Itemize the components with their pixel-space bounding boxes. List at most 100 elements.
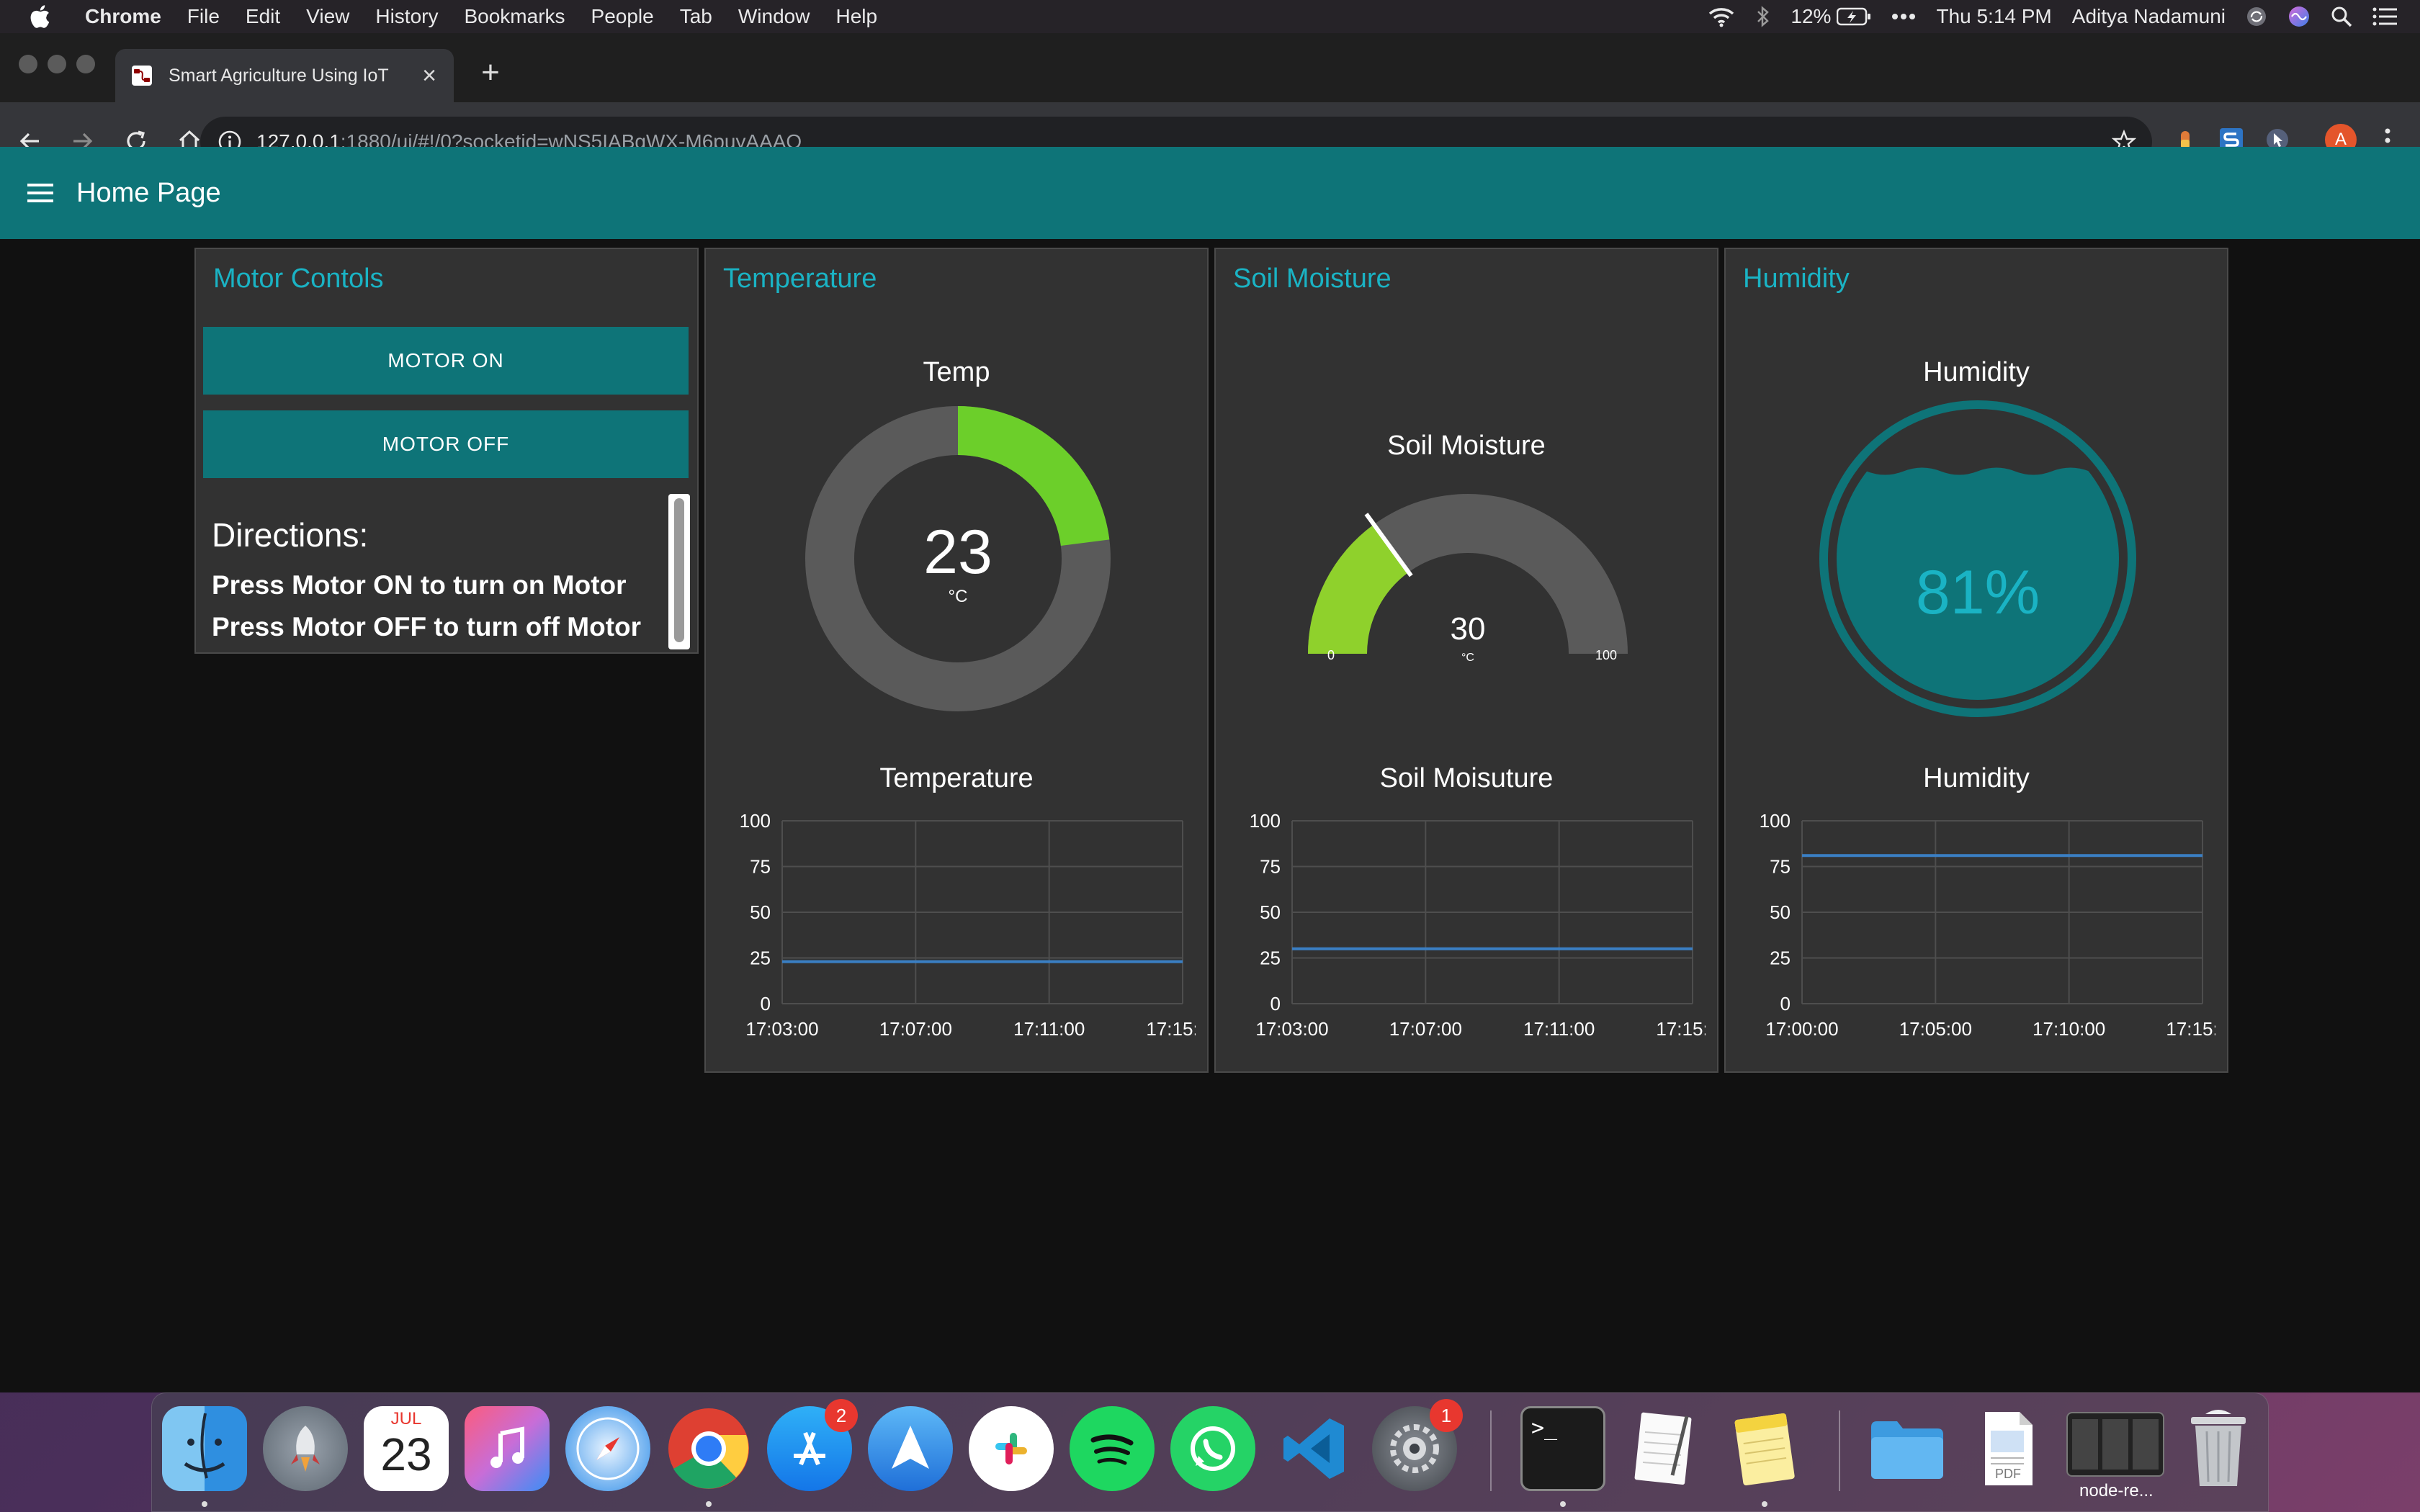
temperature-card-title: Temperature <box>723 264 877 294</box>
menu-app-name[interactable]: Chrome <box>72 0 174 33</box>
y-tick-label: 0 <box>1270 993 1281 1014</box>
page-title: Home Page <box>76 177 221 208</box>
bluetooth-icon[interactable] <box>1756 5 1770 28</box>
temperature-card: Temperature Temp 23 °C Temperature 0 25 50… <box>704 248 1209 1073</box>
safari-icon[interactable] <box>565 1406 650 1491</box>
calendar-icon[interactable]: JUL 23 <box>364 1406 449 1491</box>
x-tick-label: 17:15:00 <box>1656 1018 1706 1040</box>
soil-gauge-max: 100 <box>1595 648 1617 662</box>
humidity-level-gauge: 81% <box>1819 400 2136 717</box>
y-tick-label: 75 <box>1770 856 1791 878</box>
battery-percent: 12% <box>1791 5 1832 27</box>
y-tick-label: 25 <box>1260 948 1281 969</box>
app-store-badge: 2 <box>825 1399 858 1432</box>
menu-people[interactable]: People <box>578 0 667 33</box>
directions-scrollbar[interactable] <box>668 494 690 649</box>
notification-center-icon[interactable] <box>2372 7 2397 26</box>
temp-donut-gauge: 23 °C <box>805 406 1111 711</box>
x-tick-label: 17:03:00 <box>1255 1018 1328 1040</box>
pdf-document-icon[interactable]: PDF <box>1966 1406 2051 1491</box>
browser-window: Smart Agriculture Using IoT × + 127.0.0.… <box>0 33 2420 1392</box>
motor-off-button[interactable]: MOTOR OFF <box>203 410 689 478</box>
hamburger-menu-icon[interactable] <box>24 177 56 209</box>
temp-line-chart: 0 25 50 75 100 17:03:00 17:07:00 17:11:00 17:15:… <box>740 810 1196 1040</box>
menu-history[interactable]: History <box>362 0 451 33</box>
whatsapp-icon[interactable] <box>1170 1406 1255 1491</box>
battery-status[interactable]: 12% <box>1791 0 1871 33</box>
finder-running-dot <box>202 1501 207 1507</box>
menu-help[interactable]: Help <box>823 0 890 33</box>
x-tick-label: 17:03:00 <box>745 1018 818 1040</box>
dock-separator <box>1490 1410 1492 1491</box>
x-tick-label: 17:07:00 <box>879 1018 952 1040</box>
direction-line-off: Press Motor OFF to turn off Motor <box>212 612 642 642</box>
chrome-running-dot <box>706 1501 712 1507</box>
y-tick-label: 100 <box>740 810 771 832</box>
clock[interactable]: Thu 5:14 PM <box>1936 0 2051 33</box>
motor-card-title: Motor Contols <box>213 264 384 294</box>
downloads-folder-icon[interactable] <box>1865 1406 1950 1491</box>
humidity-chart-label: Humidity <box>1923 763 2030 793</box>
menu-tab[interactable]: Tab <box>667 0 725 33</box>
terminal-icon[interactable]: >_ <box>1520 1406 1605 1491</box>
x-tick-label: 17:11:00 <box>1523 1018 1595 1040</box>
more-icon[interactable] <box>1891 13 1916 20</box>
window-close-button[interactable] <box>19 55 37 73</box>
menu-edit[interactable]: Edit <box>233 0 293 33</box>
humidity-line-chart: 0 25 50 75 100 17:00:00 17:05:00 17:10:00 17:15:… <box>1760 810 2215 1040</box>
soil-gauge-min: 0 <box>1327 648 1335 662</box>
temp-chart-label: Temperature <box>879 763 1034 793</box>
vscode-icon[interactable] <box>1271 1406 1356 1491</box>
finder-icon[interactable] <box>162 1406 247 1491</box>
soil-gauge-value: 30 <box>1451 611 1486 647</box>
browser-tab[interactable]: Smart Agriculture Using IoT × <box>115 49 454 102</box>
tab-close-icon[interactable]: × <box>415 61 444 90</box>
siri-icon[interactable] <box>2287 5 2311 28</box>
dashboard-content: Motor Contols MOTOR ON MOTOR OFF Directi… <box>0 239 2420 1359</box>
menu-bookmarks[interactable]: Bookmarks <box>451 0 578 33</box>
music-icon[interactable] <box>465 1406 550 1491</box>
y-tick-label: 50 <box>1260 901 1281 923</box>
node-red-favicon-icon <box>132 66 152 86</box>
x-tick-label: 17:05:00 <box>1899 1018 1972 1040</box>
humidity-card: Humidity Humidity 81% Humidity 0 25 50 75 10… <box>1724 248 2228 1073</box>
system-preferences-badge: 1 <box>1430 1399 1463 1432</box>
dashboard-header: Home Page <box>0 147 2420 239</box>
spark-mail-icon[interactable] <box>868 1406 953 1491</box>
window-minimize-button[interactable] <box>48 55 66 73</box>
dock: JUL 23 2 1 >_ PDF node-re... <box>151 1392 2269 1512</box>
trash-icon[interactable] <box>2176 1406 2261 1491</box>
calendar-month: JUL <box>390 1409 422 1428</box>
soil-moisture-card: Soil Moisture Soil Moisture 30 °C 0 100 … <box>1214 248 1718 1073</box>
soil-gauge-label: Soil Moisture <box>1387 431 1546 461</box>
chrome-icon[interactable] <box>666 1406 751 1491</box>
spotlight-search-icon[interactable] <box>2331 6 2352 27</box>
menu-view[interactable]: View <box>293 0 362 33</box>
launchpad-icon[interactable] <box>263 1406 348 1491</box>
y-tick-label: 75 <box>750 856 771 878</box>
notes-icon[interactable] <box>1722 1406 1807 1491</box>
sync-icon[interactable] <box>2246 6 2267 27</box>
window-zoom-button[interactable] <box>76 55 95 73</box>
soil-card-title: Soil Moisture <box>1233 264 1392 294</box>
menu-file[interactable]: File <box>174 0 233 33</box>
scrollbar-thumb[interactable] <box>674 498 684 642</box>
y-tick-label: 100 <box>1760 810 1791 832</box>
new-tab-button[interactable]: + <box>472 55 508 91</box>
menu-window[interactable]: Window <box>725 0 823 33</box>
slack-icon[interactable] <box>969 1406 1054 1491</box>
apple-logo-icon[interactable] <box>29 4 50 29</box>
soil-gauge-unit: °C <box>1461 652 1474 664</box>
y-tick-label: 25 <box>1770 948 1791 969</box>
terminal-prompt: >_ <box>1531 1416 1558 1441</box>
motor-on-button[interactable]: MOTOR ON <box>203 327 689 395</box>
textedit-icon[interactable] <box>1621 1406 1706 1491</box>
wifi-icon[interactable] <box>1707 6 1736 27</box>
spotify-icon[interactable] <box>1070 1406 1155 1491</box>
notes-running-dot <box>1762 1501 1767 1507</box>
node-red-window-thumbnail[interactable] <box>2066 1412 2164 1477</box>
humidity-gauge-label: Humidity <box>1923 357 2030 387</box>
directions-title: Directions: <box>212 516 369 554</box>
y-tick-label: 75 <box>1260 856 1281 878</box>
user-name[interactable]: Aditya Nadamuni <box>2072 0 2226 33</box>
